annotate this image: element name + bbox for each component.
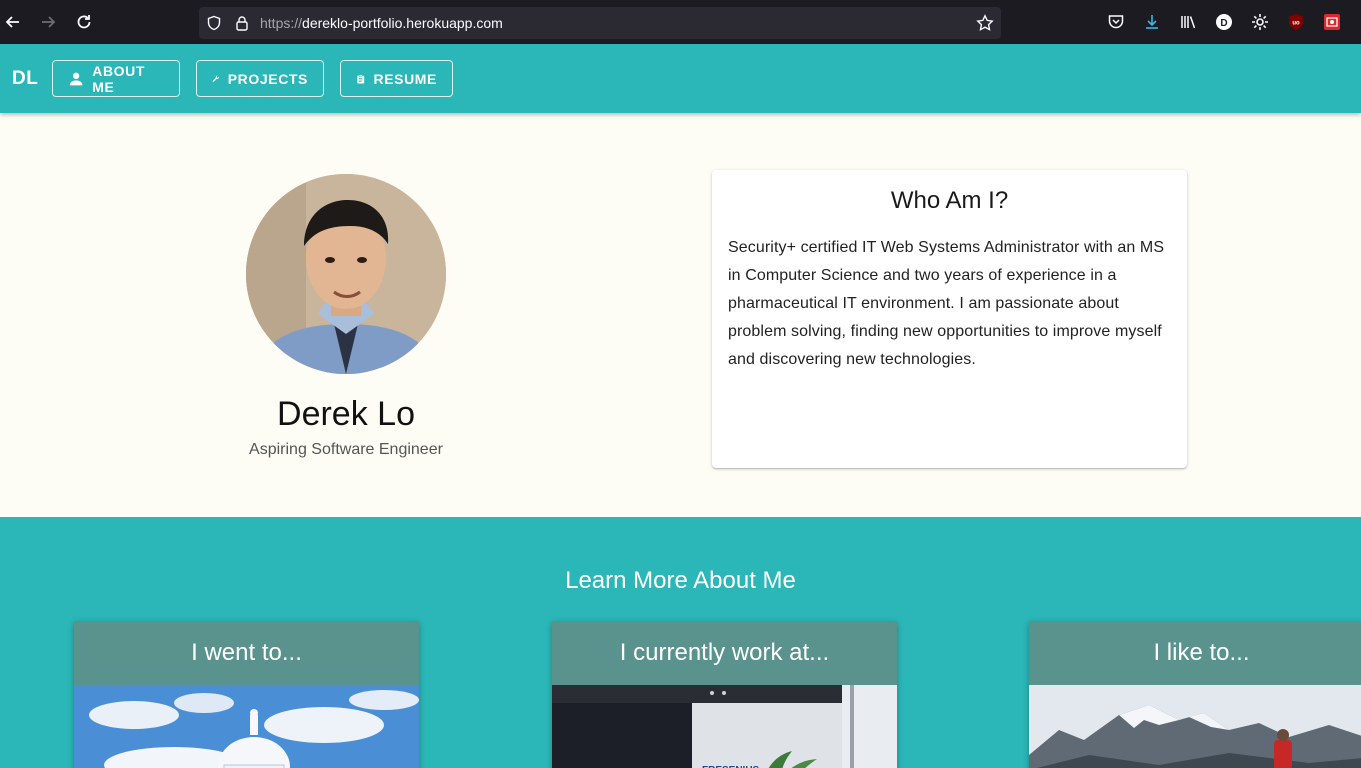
back-arrow-icon [5,16,19,28]
profile-photo-illustration [246,174,446,374]
who-am-i-card: Who Am I? Security+ certified IT Web Sys… [712,170,1187,468]
extension-icon[interactable] [1323,13,1341,31]
who-am-i-body: Security+ certified IT Web Systems Admin… [728,239,1165,368]
svg-text:D: D [1220,18,1227,29]
reload-icon [77,15,91,29]
site-logo[interactable]: DL [12,68,38,90]
ublock-icon[interactable]: uo [1287,13,1305,31]
tracking-shield-icon[interactable] [206,15,222,31]
work-card-title: I currently work at... [552,621,897,685]
url-text[interactable]: https://dereklo-portfolio.herokuapp.com [260,15,503,31]
account-avatar-icon[interactable]: D [1215,13,1233,31]
who-am-i-title: Who Am I? [890,187,1009,214]
app-header: DL ABOUT ME PROJECTS RESUME [0,44,1361,113]
work-card-image: FRESENIUS [552,685,897,768]
url-host: dereklo-portfolio.herokuapp.com [302,15,503,31]
education-card-image [74,685,419,768]
projects-label: PROJECTS [227,70,308,87]
education-card-title: I went to... [74,621,419,685]
library-icon[interactable] [1179,13,1197,31]
forward-arrow-icon [42,16,56,28]
hobbies-card-image [1029,685,1361,768]
about-me-button[interactable]: ABOUT ME [52,60,180,97]
education-card[interactable]: I went to... [74,621,419,768]
hobbies-card[interactable]: I like to... [1029,621,1361,768]
resume-button[interactable]: RESUME [340,60,453,97]
learn-more-title: Learn More About Me [565,567,796,594]
bookmark-star-icon[interactable] [976,14,994,32]
about-me-label: ABOUT ME [92,62,146,95]
pocket-icon[interactable] [1107,13,1125,31]
resume-label: RESUME [373,70,437,87]
profile-tagline: Aspiring Software Engineer [249,441,443,458]
back-button[interactable] [3,12,23,32]
wrench-icon [212,74,220,82]
projects-button[interactable]: PROJECTS [196,60,324,97]
hobbies-card-title: I like to... [1029,621,1361,685]
profile-name: Derek Lo [277,395,415,433]
svg-text:uo: uo [1292,21,1300,27]
lock-icon[interactable] [234,15,250,31]
downloads-icon[interactable] [1143,13,1161,31]
work-card[interactable]: I currently work at... FRESENIUS [552,621,897,768]
url-protocol: https:// [260,15,303,31]
address-bar[interactable]: https://dereklo-portfolio.herokuapp.com [199,7,1001,39]
forward-button[interactable] [38,12,58,32]
clipboard-icon [357,74,365,83]
reload-button[interactable] [74,12,94,32]
settings-gear-icon[interactable] [1251,13,1269,31]
learn-more-section: Learn More About Me I went to... I curre… [0,517,1361,768]
person-icon [69,72,83,85]
profile-photo [246,174,446,374]
browser-toolbar: https://dereklo-portfolio.herokuapp.com … [0,0,1361,44]
